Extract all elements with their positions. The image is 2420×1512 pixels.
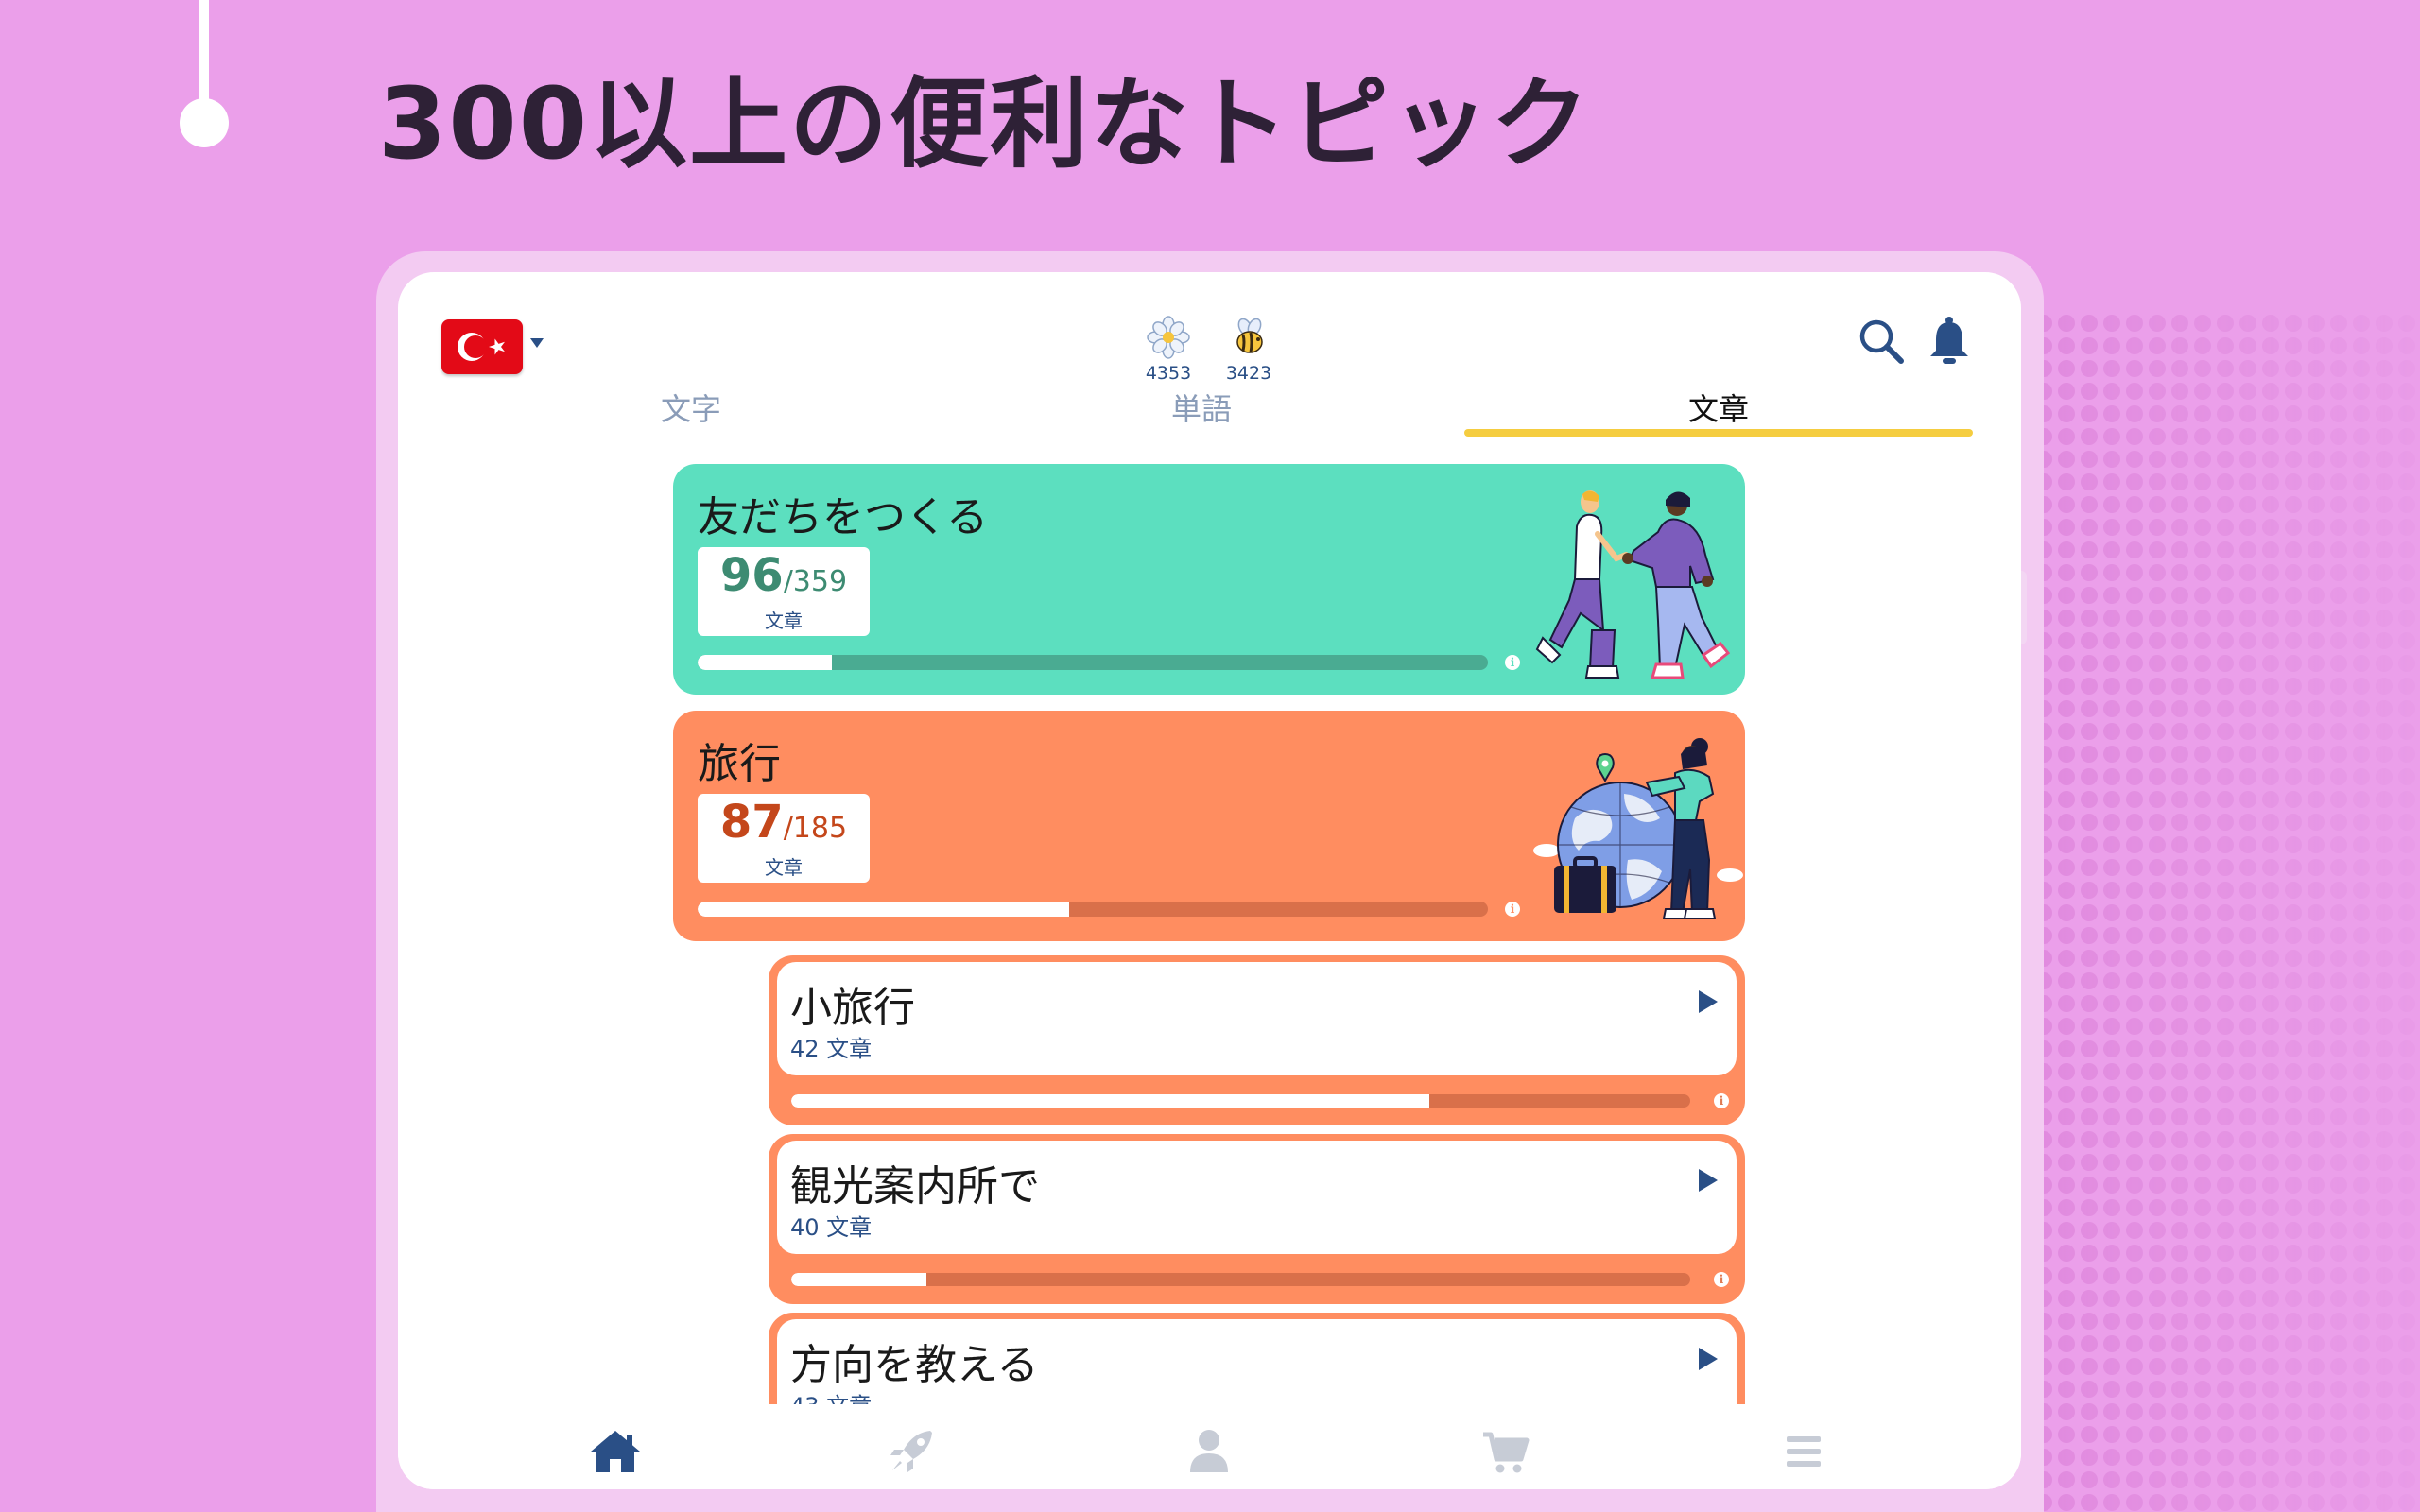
total-count: /185	[783, 812, 848, 845]
info-icon[interactable]: i	[1505, 902, 1520, 917]
topic-title: 旅行	[698, 740, 781, 788]
subtopic-header: 小旅行 42 文章	[777, 962, 1737, 1075]
subtopic-title: 方向を教える	[790, 1341, 1039, 1389]
info-icon[interactable]: i	[1714, 1093, 1729, 1108]
subtopic-count: 40 文章	[790, 1214, 873, 1241]
flower-stat: 4353	[1140, 316, 1197, 384]
timeline-line	[199, 0, 209, 113]
menu-icon[interactable]	[1775, 1425, 1832, 1478]
play-icon[interactable]	[1699, 1348, 1718, 1370]
travel-illustration	[1533, 738, 1743, 919]
app-screen: 4353 3423 文字 単語 文章 友だちをつくる 96/359 文章 i 旅…	[398, 272, 2021, 1489]
language-dropdown-caret-icon[interactable]	[530, 338, 544, 348]
profile-icon[interactable]	[1181, 1425, 1237, 1478]
flower-icon	[1147, 316, 1190, 359]
bee-stat: 3423	[1220, 316, 1277, 384]
progress-fill	[698, 902, 1069, 917]
play-icon[interactable]	[1699, 1169, 1718, 1192]
progress-bar	[791, 1273, 1690, 1286]
subtopic-count: 42 文章	[790, 1036, 873, 1062]
friends-illustration	[1535, 490, 1731, 679]
subtopic-title: 観光案内所で	[790, 1162, 1040, 1211]
progress-bar	[698, 902, 1488, 917]
tab-characters[interactable]: 文字	[634, 390, 748, 428]
progress-fill	[791, 1094, 1430, 1108]
progress-bar	[791, 1094, 1690, 1108]
subtopic-card-short-trip[interactable]: 小旅行 42 文章 i	[769, 955, 1745, 1125]
headline: 300以上の便利なトピック	[378, 66, 1592, 181]
bee-icon	[1236, 318, 1263, 353]
cart-icon[interactable]	[1478, 1425, 1534, 1478]
info-icon[interactable]: i	[1505, 655, 1520, 670]
decorative-dot-pattern	[2032, 312, 2420, 1512]
progress-fill	[698, 655, 833, 670]
count-unit: 文章	[765, 856, 803, 879]
active-tab-underline	[1464, 429, 1973, 437]
done-count: 96	[719, 549, 784, 602]
play-icon[interactable]	[1699, 990, 1718, 1013]
topic-card-travel[interactable]: 旅行 87/185 文章 i	[673, 711, 1745, 941]
subtopic-header: 観光案内所で 40 文章	[777, 1141, 1737, 1254]
turkey-flag-icon[interactable]	[441, 319, 523, 374]
info-icon[interactable]: i	[1714, 1272, 1729, 1287]
rocket-icon[interactable]	[885, 1425, 942, 1478]
bell-icon[interactable]	[1927, 316, 1972, 367]
subtopic-card-tourist-info[interactable]: 観光案内所で 40 文章 i	[769, 1134, 1745, 1304]
progress-bar	[698, 655, 1488, 670]
tab-sentences[interactable]: 文章	[1662, 390, 1775, 428]
tab-words[interactable]: 単語	[1145, 390, 1258, 428]
progress-count-box: 87/185 文章	[698, 794, 870, 883]
bee-count: 3423	[1225, 363, 1272, 384]
count-unit: 文章	[765, 610, 803, 632]
search-icon[interactable]	[1858, 318, 1907, 367]
timeline-dot	[180, 98, 229, 147]
topic-title: 友だちをつくる	[698, 493, 989, 541]
bottom-navigation	[398, 1404, 2021, 1489]
progress-fill	[791, 1273, 926, 1286]
total-count: /359	[783, 565, 848, 598]
flower-count: 4353	[1145, 363, 1192, 384]
topic-card-making-friends[interactable]: 友だちをつくる 96/359 文章 i	[673, 464, 1745, 695]
progress-count-box: 96/359 文章	[698, 547, 870, 636]
done-count: 87	[719, 796, 784, 849]
subtopic-title: 小旅行	[790, 984, 915, 1032]
home-icon[interactable]	[587, 1425, 644, 1478]
